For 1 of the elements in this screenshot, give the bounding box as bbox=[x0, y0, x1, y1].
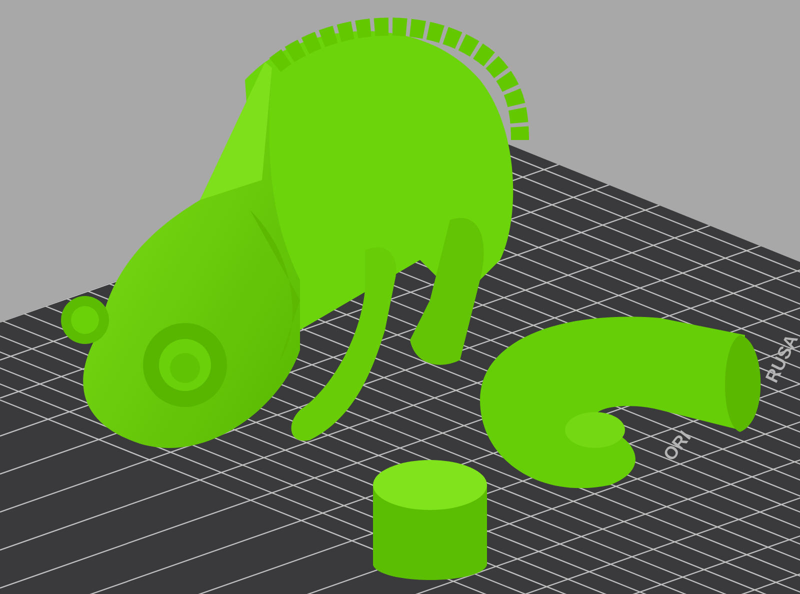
bed-label: ORI bbox=[659, 426, 695, 464]
